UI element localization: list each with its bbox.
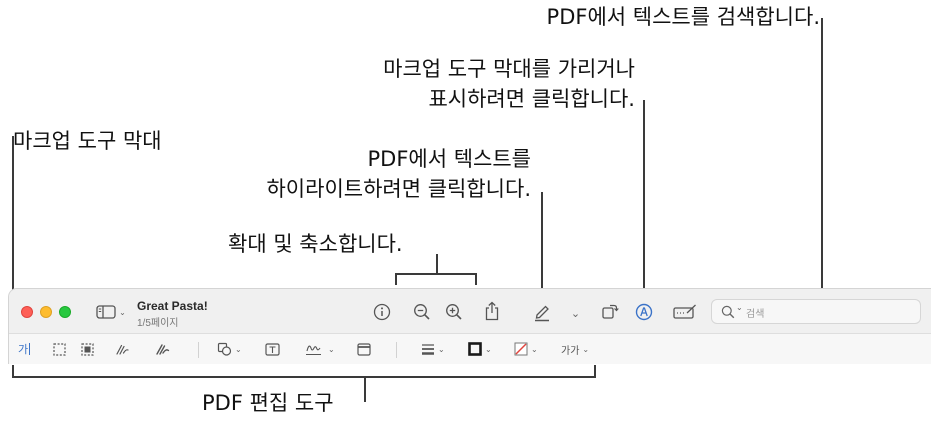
signature-icon — [306, 345, 321, 355]
callout-pdf-edit-tools: PDF 편집 도구 — [202, 391, 334, 415]
minimize-button[interactable] — [40, 306, 52, 318]
shapes-tool[interactable]: ⌄ — [217, 338, 242, 360]
markup-toolbar-toggle[interactable] — [633, 301, 655, 323]
leader-line-toggle-markup — [643, 100, 645, 298]
highlighter-icon — [535, 305, 549, 322]
callout-highlight: PDF에서 텍스트를 하이라이트하려면 클릭합니다. — [266, 147, 531, 201]
form-icon — [673, 304, 696, 319]
document-title: Great Pasta! — [137, 299, 208, 313]
chevron-down-icon: ⌄ — [328, 344, 335, 354]
note-tool[interactable] — [357, 338, 371, 360]
search-field[interactable]: ⌄ 검색 — [711, 299, 921, 324]
edit-bracket-bottom — [12, 376, 596, 378]
zoom-bracket-left — [395, 273, 397, 285]
zoom-in-icon — [446, 304, 462, 320]
text-box-tool[interactable] — [265, 338, 280, 360]
text-box-icon — [265, 342, 280, 356]
highlight-options-button[interactable]: ⌄ — [565, 303, 583, 323]
callout-toggle-markup: 마크업 도구 막대를 가리거나 표시하려면 클릭합니다. — [383, 57, 635, 111]
toolbar-divider — [396, 342, 397, 358]
search-icon — [721, 305, 735, 319]
preview-window: ⌄ Great Pasta! 1/5페이지 ⌄ ⌄ 검색 가 ⌄ ⌄ ⌄ ⌄ ⌄… — [8, 288, 931, 364]
chevron-down-icon: ⌄ — [119, 307, 126, 317]
smart-selection-icon — [81, 342, 94, 356]
share-icon — [485, 301, 499, 321]
callout-zoom: 확대 및 축소합니다. — [228, 232, 403, 256]
zoom-button[interactable] — [59, 306, 71, 318]
zoom-out-icon — [414, 304, 430, 320]
highlight-button[interactable] — [531, 300, 553, 324]
zoom-out-button[interactable] — [411, 301, 433, 323]
rectangular-selection-tool[interactable] — [53, 338, 66, 360]
title-bar: ⌄ Great Pasta! 1/5페이지 ⌄ ⌄ 검색 — [9, 289, 931, 333]
zoom-bracket-top — [395, 273, 477, 275]
edit-bracket-right — [594, 365, 596, 377]
text-style-icon: 가가 — [561, 345, 580, 357]
chevron-down-icon: ⌄ — [582, 344, 590, 354]
shape-style-tool[interactable]: ⌄ — [421, 338, 445, 360]
chevron-down-icon: ⌄ — [485, 344, 492, 354]
close-button[interactable] — [21, 306, 33, 318]
form-filling-button[interactable] — [672, 301, 698, 323]
leader-line-pdf-edit-tools — [364, 376, 366, 402]
leader-line-zoom — [436, 254, 438, 274]
page-indicator: 1/5페이지 — [137, 318, 179, 329]
chevron-down-icon: ⌄ — [570, 306, 581, 320]
shapes-icon — [217, 342, 232, 356]
markup-toolbar: 가 ⌄ ⌄ ⌄ ⌄ ⌄ 가가 ⌄ — [9, 333, 931, 364]
fill-color-icon — [514, 342, 528, 356]
rotate-button[interactable] — [599, 300, 621, 322]
search-placeholder: 검색 — [746, 309, 765, 320]
sidebar-button[interactable]: ⌄ — [93, 302, 129, 322]
chevron-down-icon: ⌄ — [531, 344, 538, 354]
line-style-icon — [422, 344, 434, 355]
text-selection-icon: 가 — [18, 343, 29, 356]
border-color-tool[interactable]: ⌄ — [468, 338, 492, 360]
zoom-bracket-right — [475, 273, 477, 285]
chevron-down-icon: ⌄ — [736, 303, 743, 312]
smart-selection-tool[interactable] — [81, 338, 94, 360]
leader-line-search — [821, 18, 823, 298]
callout-markup-toolbar: 마크업 도구 막대 — [13, 129, 162, 153]
chevron-down-icon: ⌄ — [235, 344, 242, 354]
markup-icon — [635, 303, 653, 321]
info-icon — [373, 303, 391, 321]
sketch-tool[interactable] — [115, 338, 130, 360]
rectangular-selection-icon — [53, 342, 66, 356]
share-button[interactable] — [481, 299, 503, 323]
signature-tool[interactable]: ⌄ — [305, 338, 335, 360]
fill-color-tool[interactable]: ⌄ — [514, 338, 538, 360]
text-style-tool[interactable]: 가가 ⌄ — [561, 338, 589, 360]
text-selection-tool[interactable]: 가 — [18, 338, 31, 360]
chevron-down-icon: ⌄ — [438, 344, 445, 354]
sketch-icon — [116, 344, 129, 355]
info-button[interactable] — [371, 301, 393, 323]
note-icon — [357, 342, 371, 356]
draw-icon — [156, 344, 170, 355]
callout-search: PDF에서 텍스트를 검색합니다. — [546, 5, 820, 29]
rotate-icon — [602, 304, 619, 319]
draw-tool[interactable] — [155, 338, 170, 360]
zoom-in-button[interactable] — [443, 301, 465, 323]
toolbar-divider — [198, 342, 199, 358]
leader-line-highlight — [541, 192, 543, 298]
sidebar-icon — [96, 305, 116, 319]
border-color-icon — [468, 342, 482, 356]
